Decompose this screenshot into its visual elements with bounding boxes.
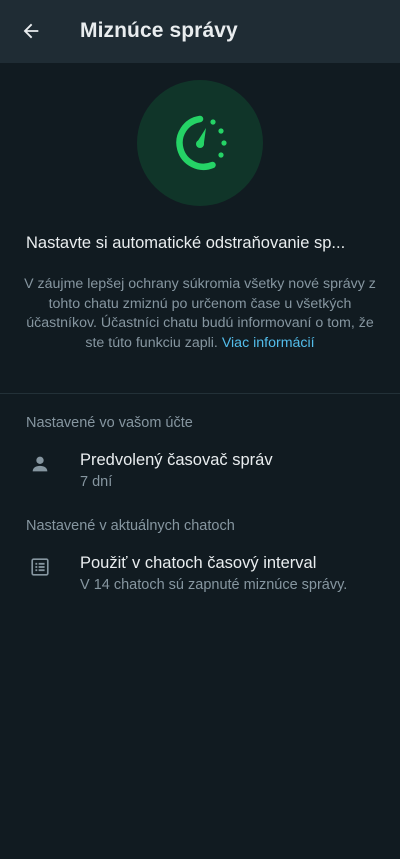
top-app-bar: Miznúce správy: [0, 0, 400, 63]
apply-in-chats-item[interactable]: Použiť v chatoch časový interval V 14 ch…: [0, 543, 400, 621]
default-timer-title: Predvolený časovač správ: [80, 451, 273, 469]
divider: [0, 393, 400, 394]
page-title: Miznúce správy: [80, 19, 238, 42]
list-icon: [28, 555, 52, 579]
timer-icon: [176, 115, 227, 170]
timer-illustration: [137, 80, 263, 206]
section-label-chats: Nastavené v aktuálnych chatoch: [26, 518, 235, 534]
back-button[interactable]: [14, 14, 48, 48]
apply-in-chats-title: Použiť v chatoch časový interval: [80, 554, 317, 572]
hero-description: V záujme lepšej ochrany súkromia všetky …: [22, 275, 378, 353]
arrow-left-icon: [23, 23, 39, 39]
learn-more-link[interactable]: Viac informácií: [222, 335, 315, 351]
hero-description-text: V záujme lepšej ochrany súkromia všetky …: [24, 276, 376, 351]
default-timer-value: 7 dní: [80, 474, 113, 490]
person-icon: [28, 452, 52, 476]
disappearing-messages-screen: Miznúce správy Nastavte si automatické o…: [0, 0, 400, 859]
apply-in-chats-subtitle: V 14 chatoch sú zapnuté miznúce správy.: [80, 577, 348, 593]
hero-heading: Nastavte si automatické odstraňovanie sp…: [26, 234, 346, 252]
default-timer-item[interactable]: Predvolený časovač správ 7 dní: [0, 440, 400, 500]
section-label-account: Nastavené vo vašom účte: [26, 415, 193, 431]
